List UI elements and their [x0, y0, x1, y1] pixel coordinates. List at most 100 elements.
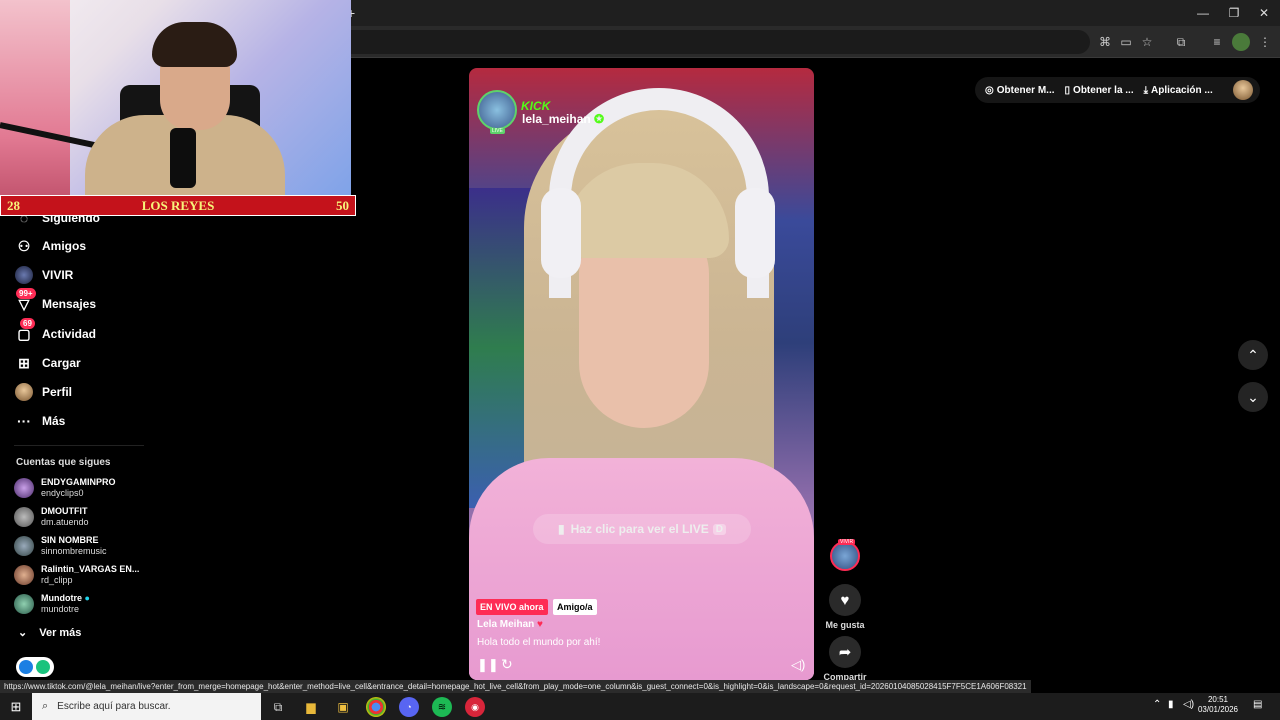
sidebar-item-label: Perfil — [42, 385, 73, 399]
volume-icon[interactable]: ◁) — [791, 657, 805, 673]
media-control-icon[interactable]: ≡ — [1208, 33, 1226, 51]
friend-badge: Amigo/a — [553, 599, 597, 615]
profile-avatar-icon[interactable] — [1232, 33, 1250, 51]
avatar — [14, 594, 34, 614]
following-account[interactable]: Ralintin_VARGAS EN... rd_clipp — [14, 561, 154, 589]
status-url: https://www.tiktok.com/@lela_meihan/live… — [0, 680, 1031, 693]
creator-name[interactable]: Lela Meihan ♥ — [477, 619, 543, 630]
minimize-button[interactable]: — — [1193, 4, 1213, 22]
following-account[interactable]: Mundotre ● mundotre — [14, 590, 154, 618]
bookmark-star-icon[interactable]: ☆ — [1138, 33, 1156, 51]
live-now-badge: EN VIVO ahora — [476, 599, 548, 615]
close-button[interactable]: ✕ — [1254, 4, 1274, 22]
floating-app-pill[interactable] — [16, 657, 54, 677]
sidebar-item-label: Más — [42, 414, 66, 428]
maximize-button[interactable]: ❐ — [1224, 4, 1244, 22]
get-coins-label: Obtener M... — [996, 84, 1055, 96]
following-account[interactable]: SIN NOMBRE sinnombremusic — [14, 532, 154, 560]
download-icon: ⤓ — [1143, 84, 1149, 96]
live-video-player[interactable]: LIVE KICK lela_meihan ✪ ▮ Haz clic para … — [469, 68, 814, 680]
sidebar-item-profile[interactable]: Perfil — [14, 379, 72, 405]
video-description: Hola todo el mundo por ahí! — [477, 637, 601, 648]
task-view-icon[interactable]: ⧉ — [268, 697, 288, 717]
sidebar-item-more[interactable]: ··· Más — [14, 408, 65, 434]
app-icon — [36, 660, 50, 674]
sidebar-item-messages[interactable]: ▽ 99+ Mensajes — [14, 288, 96, 317]
profile-icon — [14, 382, 34, 402]
user-avatar[interactable] — [1233, 80, 1253, 100]
notification-icon[interactable]: ▤ — [1253, 699, 1262, 710]
reload-icon[interactable]: ↻ — [501, 656, 513, 673]
previous-video-button[interactable]: ⌃ — [1238, 340, 1268, 370]
app-icon[interactable]: ◉ — [465, 697, 485, 717]
account-handle: rd_clipp — [41, 575, 73, 585]
score-title: LOS REYES — [141, 197, 215, 213]
pause-icon[interactable]: ❚❚ — [477, 657, 499, 673]
account-name: ENDYGAMINPRO — [41, 477, 116, 487]
avatar — [14, 565, 34, 585]
live-creator-avatar[interactable]: VIVIR — [830, 539, 860, 571]
account-name: DMOUTFIT — [41, 506, 88, 516]
phone-icon: ▯ — [1064, 84, 1071, 96]
get-coins-button[interactable]: ◎ Obtener M... — [985, 85, 1055, 96]
app-icon — [19, 660, 33, 674]
sidebar-item-label: VIVIR — [42, 268, 74, 282]
share-button[interactable]: ➦ — [829, 636, 861, 668]
file-explorer-icon[interactable]: ▆ — [301, 697, 321, 717]
messages-icon: ▽ 99+ — [14, 288, 36, 314]
channel-logo — [477, 90, 517, 130]
microphone — [170, 128, 196, 188]
messages-badge: 99+ — [16, 288, 36, 299]
sidebar-divider — [14, 445, 144, 446]
desktop-app-button[interactable]: ⤓ Aplicación ... — [1144, 85, 1213, 96]
get-app-button[interactable]: ▯ Obtener la ... — [1065, 85, 1134, 96]
account-name: Ralintin_VARGAS EN... — [41, 564, 140, 574]
address-bar[interactable] — [340, 30, 1090, 54]
see-more-button[interactable]: ⌄ Ver más — [18, 626, 81, 639]
translate-icon[interactable]: ⌘ — [1096, 33, 1114, 51]
sidebar-item-upload[interactable]: ⊞ Cargar — [14, 350, 81, 376]
click-to-watch-live-button[interactable]: ▮ Haz clic para ver el LIVE D — [533, 514, 751, 544]
keyboard-shortcut: D — [712, 523, 726, 535]
sidebar-item-live[interactable]: VIVIR — [14, 262, 73, 288]
account-handle: dm.atuendo — [41, 517, 89, 527]
avatar — [14, 507, 34, 527]
microphone-tray-icon[interactable]: ▮ — [1168, 699, 1174, 710]
avatar — [14, 536, 34, 556]
share-arrow-icon: ➦ — [838, 644, 852, 661]
sidebar-item-label: Cargar — [42, 356, 81, 370]
sidebar-item-activity[interactable]: ▢ 69 Actividad — [14, 318, 96, 347]
browser-menu-icon[interactable]: ⋮ — [1256, 33, 1274, 51]
get-app-label: Obtener la ... — [1073, 84, 1134, 96]
webcam-overlay — [0, 0, 351, 195]
avatar — [14, 478, 34, 498]
account-name-text: Mundotre — [41, 593, 82, 603]
like-button[interactable]: ♥ — [829, 584, 861, 616]
creator-name-text: Lela Meihan — [477, 619, 535, 630]
live-avatar-badge: VIVIR — [838, 539, 856, 545]
sidebar-item-friends[interactable]: ⚇ Amigos — [14, 233, 86, 259]
system-clock[interactable]: 20:51 03/01/2026 — [1196, 695, 1240, 715]
account-handle: sinnombremusic — [41, 546, 107, 556]
search-placeholder: Escribe aquí para buscar. — [57, 701, 171, 712]
taskbar-search[interactable]: ⌕ Escribe aquí para buscar. — [32, 693, 261, 720]
spotify-icon[interactable]: ≋ — [432, 697, 452, 717]
discord-icon[interactable]: ◔ — [399, 697, 419, 717]
live-icon — [14, 265, 34, 285]
extensions-icon[interactable]: ⧉ — [1172, 33, 1190, 51]
tray-chevron-icon[interactable]: ⌃ — [1153, 699, 1161, 710]
volume-tray-icon[interactable]: ◁) — [1183, 699, 1194, 710]
following-header: Cuentas que sigues — [16, 457, 111, 468]
store-icon[interactable]: ▣ — [333, 697, 353, 717]
following-account[interactable]: DMOUTFIT dm.atuendo — [14, 503, 154, 531]
following-account[interactable]: ENDYGAMINPRO endyclips0 — [14, 474, 154, 502]
chrome-icon[interactable] — [366, 697, 386, 717]
next-video-button[interactable]: ⌄ — [1238, 382, 1268, 412]
desktop-app-label: Aplicación ... — [1151, 84, 1213, 96]
account-name: Mundotre ● — [41, 593, 90, 604]
account-handle: mundotre — [41, 604, 80, 614]
bars-icon: ▮ — [558, 522, 565, 536]
windows-start-icon[interactable]: ⊞ — [0, 693, 32, 720]
cast-icon[interactable]: ▭ — [1117, 33, 1135, 51]
friends-icon: ⚇ — [17, 237, 31, 254]
